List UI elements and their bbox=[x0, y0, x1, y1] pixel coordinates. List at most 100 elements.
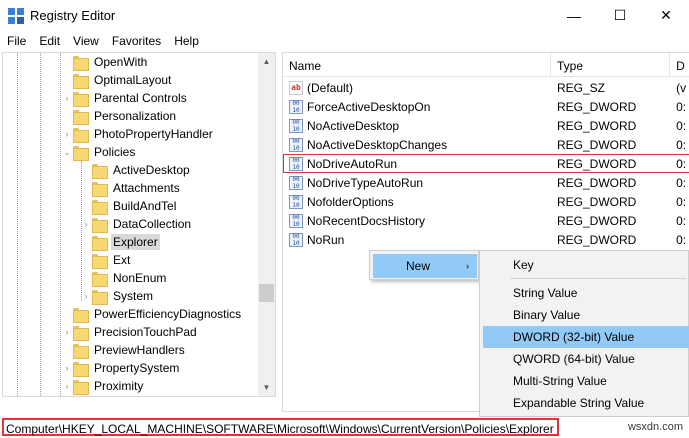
minimize-button[interactable]: — bbox=[551, 0, 597, 31]
tree-item-label: Attachments bbox=[113, 181, 180, 195]
expander-icon[interactable] bbox=[80, 269, 92, 287]
value-row-nofolderoptions[interactable]: 00 10 NofolderOptions REG_DWORD 0: bbox=[283, 192, 689, 211]
submenu-qword-value[interactable]: QWORD (64-bit) Value bbox=[483, 348, 689, 370]
submenu-expandable-string-value[interactable]: Expandable String Value bbox=[483, 392, 689, 414]
value-row-noactivedesktop[interactable]: 00 10 NoActiveDesktop REG_DWORD 0: bbox=[283, 116, 689, 135]
expander-icon[interactable] bbox=[80, 161, 92, 179]
value-row-nodrivetypeautorun[interactable]: 00 10 NoDriveTypeAutoRun REG_DWORD 0: bbox=[283, 173, 689, 192]
value-data: 0: bbox=[676, 99, 687, 114]
submenu-arrow-icon: › bbox=[466, 261, 469, 271]
expander-icon[interactable] bbox=[80, 197, 92, 215]
registry-path: Computer\HKEY_LOCAL_MACHINE\SOFTWARE\Mic… bbox=[2, 418, 559, 436]
tree-item-propertysystem[interactable]: › PropertySystem bbox=[61, 359, 275, 377]
value-name: (Default) bbox=[307, 80, 354, 95]
expander-icon[interactable] bbox=[61, 107, 73, 125]
context-menu-new[interactable]: New › bbox=[373, 254, 477, 278]
expander-icon[interactable] bbox=[61, 341, 73, 359]
value-name: ForceActiveDesktopOn bbox=[307, 99, 431, 114]
tree-item-explorer[interactable]: Explorer bbox=[80, 233, 275, 251]
column-header-type[interactable]: Type bbox=[551, 53, 671, 77]
tree-item-system[interactable]: › System bbox=[80, 287, 275, 305]
tree-item-photopropertyhandler[interactable]: › PhotoPropertyHandler bbox=[61, 125, 275, 143]
menu-separator bbox=[510, 278, 686, 279]
submenu-binary-value[interactable]: Binary Value bbox=[483, 304, 689, 326]
expander-icon[interactable]: › bbox=[61, 323, 73, 341]
value-row-forceactivedesktopon[interactable]: 00 10 ForceActiveDesktopOn REG_DWORD 0: bbox=[283, 97, 689, 116]
expander-icon[interactable]: › bbox=[61, 377, 73, 395]
column-header-data[interactable]: D bbox=[670, 53, 689, 77]
folder-icon bbox=[73, 73, 89, 89]
tree-item-openwith[interactable]: OpenWith bbox=[61, 53, 275, 71]
submenu-string-value[interactable]: String Value bbox=[483, 282, 689, 304]
tree-item-parental-controls[interactable]: › Parental Controls bbox=[61, 89, 275, 107]
tree-item-proximity[interactable]: › Proximity bbox=[61, 377, 275, 395]
value-name: NoActiveDesktopChanges bbox=[307, 137, 448, 152]
value-data: 0: bbox=[676, 118, 687, 133]
folder-icon bbox=[92, 271, 108, 287]
menu-edit[interactable]: Edit bbox=[32, 31, 66, 51]
registry-tree[interactable]: OpenWith OptimalLayout › Parental Contro… bbox=[2, 52, 276, 397]
expander-icon[interactable]: › bbox=[80, 287, 92, 305]
list-header: Name Type D bbox=[283, 53, 689, 77]
menu-file[interactable]: File bbox=[0, 31, 32, 51]
scroll-up-icon[interactable]: ▲ bbox=[258, 53, 275, 70]
watermark: wsxdn.com bbox=[627, 421, 683, 433]
menu-favorites[interactable]: Favorites bbox=[105, 31, 167, 51]
tree-item-attachments[interactable]: Attachments bbox=[80, 179, 275, 197]
value-type: REG_DWORD bbox=[556, 118, 637, 133]
expander-icon[interactable]: › bbox=[61, 89, 73, 107]
tree-item-policies[interactable]: ⌄ Policies bbox=[61, 143, 275, 161]
tree-item-nonenum[interactable]: NonEnum bbox=[80, 269, 275, 287]
tree-item-buildandtel[interactable]: BuildAndTel bbox=[80, 197, 275, 215]
folder-icon bbox=[73, 325, 89, 341]
expander-icon[interactable] bbox=[61, 305, 73, 323]
tree-item-previewhandlers[interactable]: PreviewHandlers bbox=[61, 341, 275, 359]
expander-icon[interactable] bbox=[80, 251, 92, 269]
expander-icon[interactable]: › bbox=[80, 215, 92, 233]
expander-icon[interactable] bbox=[61, 53, 73, 71]
value-type: REG_DWORD bbox=[556, 99, 637, 114]
expander-icon[interactable] bbox=[80, 179, 92, 197]
folder-icon bbox=[92, 217, 108, 233]
value-row-nodriveautorun[interactable]: 00 10 NoDriveAutoRun REG_DWORD 0: bbox=[283, 154, 689, 173]
tree-vertical-scrollbar[interactable]: ▲ ▼ bbox=[258, 53, 275, 396]
submenu-dword-value[interactable]: DWORD (32-bit) Value bbox=[483, 326, 689, 348]
new-submenu: Key String Value Binary Value DWORD (32-… bbox=[479, 250, 689, 417]
value-row-norecentdocshistory[interactable]: 00 10 NoRecentDocsHistory REG_DWORD 0: bbox=[283, 211, 689, 230]
tree-item-precisiontouchpad[interactable]: › PrecisionTouchPad bbox=[61, 323, 275, 341]
menu-help[interactable]: Help bbox=[167, 31, 205, 51]
expander-icon[interactable] bbox=[80, 233, 92, 251]
tree-item-ext[interactable]: Ext bbox=[80, 251, 275, 269]
value-row-noactivedesktopchanges[interactable]: 00 10 NoActiveDesktopChanges REG_DWORD 0: bbox=[283, 135, 689, 154]
value-type: REG_DWORD bbox=[556, 175, 637, 190]
string-value-icon: ab bbox=[289, 80, 303, 95]
column-header-name[interactable]: Name bbox=[283, 53, 551, 77]
value-row-default[interactable]: ab (Default) REG_SZ (v bbox=[283, 78, 689, 97]
folder-icon bbox=[73, 379, 89, 395]
scroll-thumb[interactable] bbox=[259, 284, 274, 302]
value-row-norun[interactable]: 00 10 NoRun REG_DWORD 0: bbox=[283, 230, 689, 249]
submenu-key[interactable]: Key bbox=[483, 254, 689, 276]
expander-icon[interactable]: › bbox=[61, 359, 73, 377]
expander-icon[interactable]: › bbox=[61, 125, 73, 143]
scroll-down-icon[interactable]: ▼ bbox=[258, 379, 275, 396]
dword-value-icon: 00 10 bbox=[289, 232, 303, 247]
dword-value-icon: 00 10 bbox=[289, 194, 303, 209]
tree-item-optimallayout[interactable]: OptimalLayout bbox=[61, 71, 275, 89]
tree-item-powerefficiencydiagnostics[interactable]: PowerEfficiencyDiagnostics bbox=[61, 305, 275, 323]
tree-item-activedesktop[interactable]: ActiveDesktop bbox=[80, 161, 275, 179]
collapse-icon[interactable]: ⌄ bbox=[61, 143, 73, 161]
submenu-multi-string-value[interactable]: Multi-String Value bbox=[483, 370, 689, 392]
close-button[interactable]: ✕ bbox=[643, 0, 689, 31]
expander-icon[interactable] bbox=[61, 71, 73, 89]
value-type: REG_DWORD bbox=[556, 194, 637, 209]
tree-item-datacollection[interactable]: › DataCollection bbox=[80, 215, 275, 233]
tree-item-label: Proximity bbox=[94, 379, 144, 393]
menu-view[interactable]: View bbox=[66, 31, 105, 51]
window-title: Registry Editor bbox=[30, 8, 116, 23]
folder-icon bbox=[92, 289, 108, 305]
maximize-button[interactable]: ☐ bbox=[597, 0, 643, 31]
value-name: NofolderOptions bbox=[307, 194, 394, 209]
tree-item-personalization[interactable]: Personalization bbox=[61, 107, 275, 125]
tree-guide-line bbox=[17, 53, 18, 396]
